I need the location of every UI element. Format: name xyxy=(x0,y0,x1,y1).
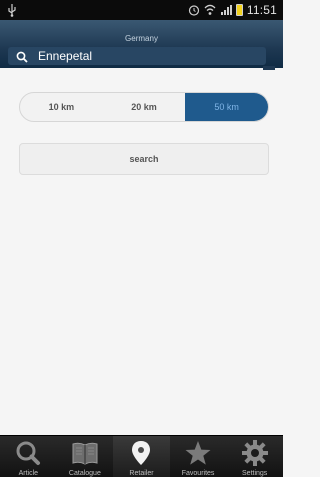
alarm-icon xyxy=(188,4,200,16)
nav-label-favourites: Favourites xyxy=(181,470,215,477)
nav-label-retailer: Retailer xyxy=(129,470,154,477)
nav-item-favourites[interactable]: Favourites xyxy=(170,436,227,477)
gear-icon xyxy=(241,439,269,467)
status-time: 11:51 xyxy=(246,3,277,17)
battery-icon xyxy=(235,4,243,16)
app-header: Germany Ennepetal xyxy=(0,20,283,70)
location-search-field[interactable]: Ennepetal xyxy=(8,47,266,65)
header-notch xyxy=(263,66,275,70)
nav-item-retailer[interactable]: Retailer xyxy=(113,436,170,477)
search-icon xyxy=(16,50,28,63)
status-bar: 11:51 xyxy=(0,0,283,20)
wifi-icon xyxy=(204,4,216,16)
distance-option-10km[interactable]: 10 km xyxy=(20,93,103,121)
map-pin-icon xyxy=(127,439,155,467)
book-icon xyxy=(71,439,99,467)
nav-item-settings[interactable]: Settings xyxy=(226,436,283,477)
nav-label-article: Article xyxy=(18,470,39,477)
header-subtitle: Germany xyxy=(125,34,158,43)
usb-icon xyxy=(6,3,18,17)
nav-item-article[interactable]: Article xyxy=(0,436,57,477)
nav-item-catalogue[interactable]: Catalogue xyxy=(57,436,114,477)
distance-selector: 10 km 20 km 50 km xyxy=(19,92,269,122)
nav-label-settings: Settings xyxy=(242,470,268,477)
bottom-nav: Article Catalogue Retailer Favourites Se… xyxy=(0,435,283,477)
distance-option-20km[interactable]: 20 km xyxy=(103,93,186,121)
search-icon xyxy=(14,439,42,467)
star-icon xyxy=(184,439,212,467)
search-button[interactable]: search xyxy=(19,143,269,175)
distance-option-50km[interactable]: 50 km xyxy=(185,93,268,121)
nav-label-catalogue: Catalogue xyxy=(68,470,101,477)
location-search-value: Ennepetal xyxy=(38,49,93,63)
signal-icon xyxy=(220,4,232,16)
